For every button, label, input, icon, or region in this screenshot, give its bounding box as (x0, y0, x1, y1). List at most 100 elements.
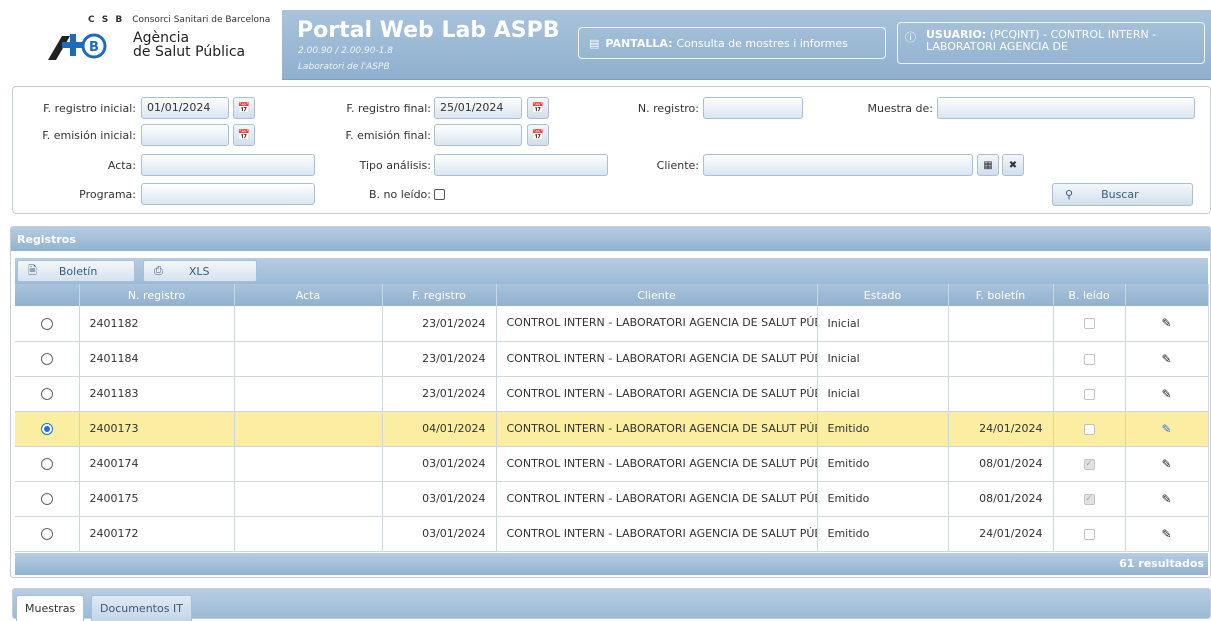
b-leido-checkbox (1083, 353, 1095, 365)
table-cell: ✓ (1053, 446, 1126, 482)
logo-area: C S B Consorci Sanitari de Barcelona B Ag… (10, 10, 282, 80)
f-emision-final-input[interactable] (434, 124, 522, 146)
pencil-icon[interactable]: ✎ (1161, 527, 1171, 541)
row-select-radio[interactable] (40, 388, 53, 400)
tab-documentos-it[interactable]: Documentos IT (91, 595, 192, 621)
f-registro-final-input[interactable]: 25/01/2024 (434, 97, 522, 119)
f-emision-inicial-input[interactable] (141, 124, 229, 146)
row-select-radio[interactable] (40, 458, 53, 470)
table-cell (1053, 341, 1126, 377)
usuario-box[interactable]: ⓘ USUARIO: (PCQINT) - CONTROL INTERN - L… (897, 22, 1205, 64)
table-row[interactable]: 2401184 23/01/2024 CONTROL INTERN - LABORA… (15, 341, 1209, 377)
n-registro-cell: 2400175 (79, 481, 235, 517)
f-boletin-cell: 24/01/2024 (948, 516, 1054, 552)
pantalla-value: Consulta de mostres i informes (676, 36, 848, 50)
pencil-icon[interactable]: ✎ (1161, 316, 1171, 330)
estado-cell: Emitido (817, 516, 949, 552)
row-select-radio[interactable] (40, 423, 53, 435)
estado-cell: Inicial (817, 341, 949, 377)
table-row[interactable]: 2400174 03/01/2024 CONTROL INTERN - LABORA… (15, 446, 1209, 482)
tab-muestras[interactable]: Muestras (16, 595, 85, 621)
acta-cell (234, 481, 383, 517)
result-count: 61 resultados (15, 553, 1208, 575)
table-row[interactable]: 2400172 03/01/2024 CONTROL INTERN - LABORA… (15, 516, 1209, 552)
table-row[interactable]: 2400175 03/01/2024 CONTROL INTERN - LABORA… (15, 481, 1209, 517)
calendar-icon[interactable]: 📅 (233, 97, 255, 119)
f-registro-cell: 23/01/2024 (382, 376, 497, 412)
n-registro-cell: 2400173 (79, 411, 235, 447)
document-icon: 🗎 (28, 263, 37, 277)
n-registro-label: N. registro: (637, 102, 699, 115)
xls-button[interactable]: ⎙ XLS (143, 260, 257, 282)
muestra-de-input[interactable] (937, 97, 1195, 119)
select-client-icon[interactable]: ▦ (977, 154, 999, 176)
row-select-radio[interactable] (40, 493, 53, 505)
table-cell: ✎ (1125, 341, 1209, 377)
f-registro-inicial-label: F. registro inicial: (43, 102, 136, 115)
row-select-radio[interactable] (40, 528, 53, 540)
programa-input[interactable] (141, 183, 315, 205)
table-body: 2401182 23/01/2024 CONTROL INTERN - LABORA… (15, 306, 1209, 552)
acta-cell (234, 446, 383, 482)
calendar-icon[interactable]: 📅 (527, 97, 549, 119)
b-no-leido-checkbox[interactable] (434, 189, 445, 200)
f-registro-cell: 23/01/2024 (382, 306, 497, 342)
b-leido-checkbox (1083, 388, 1095, 400)
calendar-icon[interactable]: 📅 (233, 124, 255, 146)
buscar-label: Buscar (1101, 188, 1139, 201)
svg-text:B: B (89, 40, 99, 55)
table-header-row: N. registro Acta F. registro Cliente Est… (15, 284, 1209, 306)
registros-panel: Registros 🗎 Boletín ⎙ XLS N. registro Ac… (10, 226, 1211, 578)
pantalla-label: PANTALLA: (605, 36, 673, 50)
column-header[interactable]: N. registro (79, 284, 235, 306)
pencil-icon[interactable]: ✎ (1161, 492, 1171, 506)
row-select-radio[interactable] (40, 353, 53, 365)
pencil-icon[interactable]: ✎ (1161, 422, 1171, 436)
row-select-radio[interactable] (40, 317, 53, 330)
n-registro-cell: 2401184 (79, 341, 235, 377)
cliente-cell: CONTROL INTERN - LABORATORI AGENCIA DE S… (496, 341, 818, 377)
f-boletin-cell: 24/01/2024 (948, 411, 1054, 447)
search-icon: ⚲ (1065, 188, 1074, 201)
column-header[interactable]: Cliente (496, 284, 818, 306)
column-header[interactable]: B. leído (1053, 284, 1126, 306)
cliente-input[interactable] (703, 154, 973, 176)
table-row[interactable]: 2400173 04/01/2024 CONTROL INTERN - LABORA… (15, 411, 1209, 447)
agencia-name: Agència de Salut Pública (133, 31, 245, 59)
table-cell (1053, 411, 1126, 447)
n-registro-input[interactable] (703, 97, 803, 119)
calendar-icon[interactable]: 📅 (527, 124, 549, 146)
f-boletin-cell (948, 341, 1054, 377)
pencil-icon[interactable]: ✎ (1161, 387, 1171, 401)
programa-label: Programa: (79, 188, 136, 201)
column-header[interactable]: Estado (817, 284, 949, 306)
column-header (15, 284, 80, 306)
table-row[interactable]: 2401183 23/01/2024 CONTROL INTERN - LABORA… (15, 376, 1209, 412)
f-boletin-cell: 08/01/2024 (948, 481, 1054, 517)
column-header[interactable]: F. registro (382, 284, 497, 306)
f-registro-cell: 03/01/2024 (382, 481, 497, 517)
agencia-line1: Agència (133, 30, 190, 46)
f-registro-cell: 23/01/2024 (382, 341, 497, 377)
acta-cell (234, 516, 383, 552)
buscar-button[interactable]: ⚲ Buscar (1052, 183, 1193, 206)
pencil-icon[interactable]: ✎ (1161, 352, 1171, 366)
table-cell (15, 446, 80, 482)
f-registro-inicial-input[interactable]: 01/01/2024 (141, 97, 229, 119)
boletin-button[interactable]: 🗎 Boletín (17, 260, 135, 282)
table-row[interactable]: 2401182 23/01/2024 CONTROL INTERN - LABORA… (15, 306, 1209, 342)
estado-cell: Inicial (817, 376, 949, 412)
tipo-analisis-input[interactable] (434, 154, 608, 176)
close-icon[interactable]: ✖ (1002, 154, 1024, 176)
column-header[interactable]: Acta (234, 284, 383, 306)
tipo-analisis-label: Tipo análisis: (359, 159, 431, 172)
agencia-line2: de Salut Pública (133, 44, 246, 60)
cliente-label: Cliente: (656, 159, 699, 172)
cliente-cell: CONTROL INTERN - LABORATORI AGENCIA DE S… (496, 411, 818, 447)
app-header: C S B Consorci Sanitari de Barcelona B Ag… (10, 10, 1211, 80)
table-cell: ✎ (1125, 516, 1209, 552)
column-header[interactable]: F. boletín (948, 284, 1054, 306)
pencil-icon[interactable]: ✎ (1161, 457, 1171, 471)
acta-input[interactable] (141, 154, 315, 176)
registros-toolbar: 🗎 Boletín ⎙ XLS (15, 258, 1208, 284)
